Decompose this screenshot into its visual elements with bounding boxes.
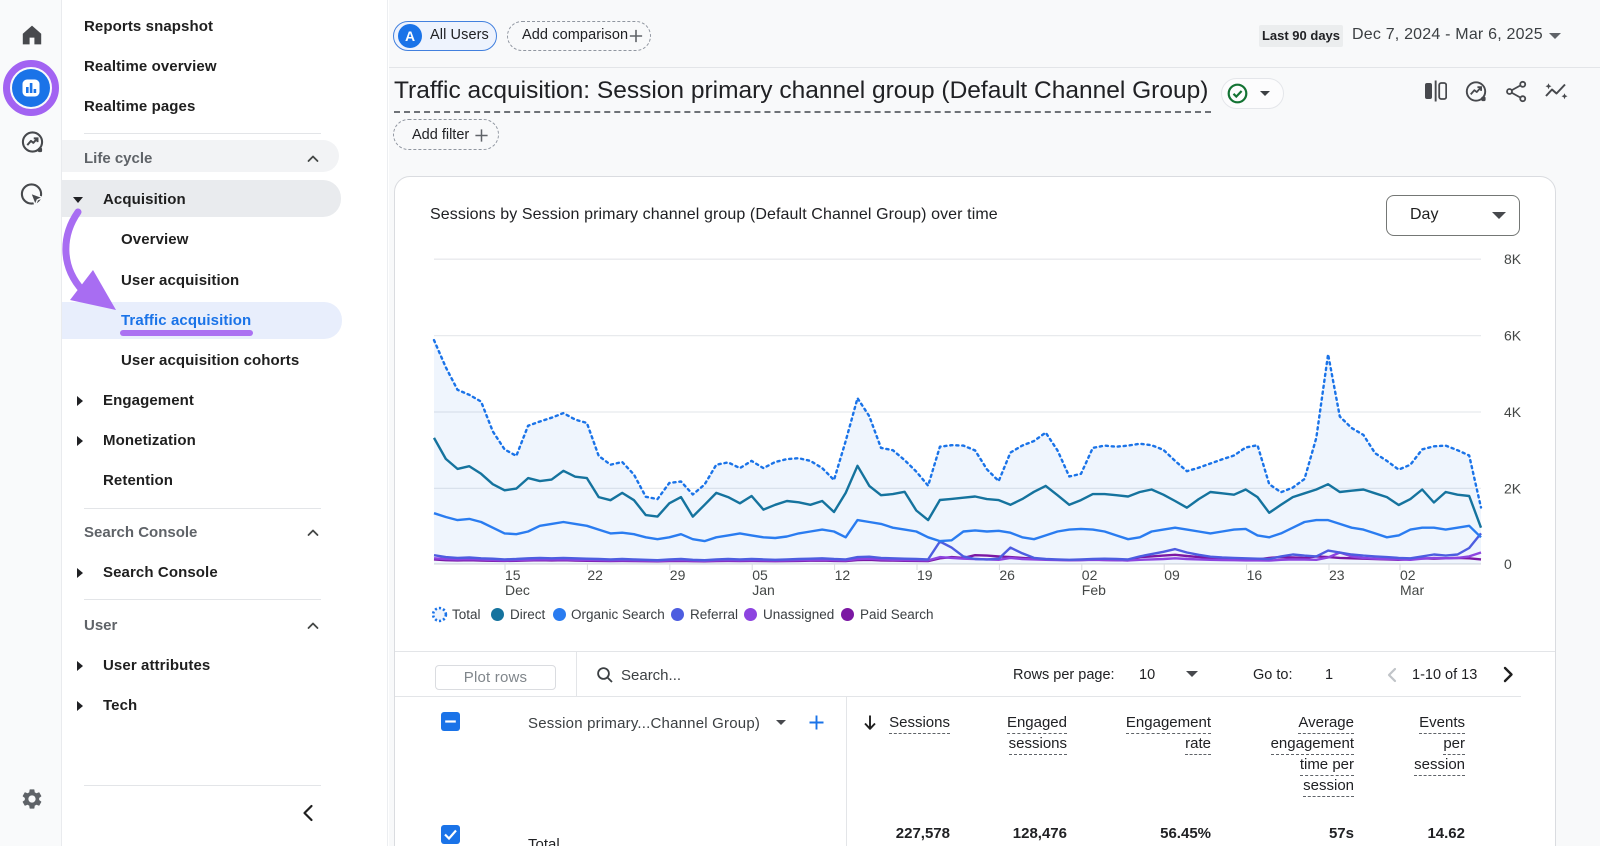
svg-text:12: 12 — [835, 567, 851, 583]
svg-text:Dec: Dec — [505, 582, 530, 598]
svg-text:02: 02 — [1082, 567, 1098, 583]
svg-text:26: 26 — [999, 567, 1015, 583]
svg-text:05: 05 — [752, 567, 768, 583]
svg-text:02: 02 — [1400, 567, 1416, 583]
svg-text:22: 22 — [587, 567, 603, 583]
svg-text:Jan: Jan — [752, 582, 775, 598]
svg-text:4K: 4K — [1504, 404, 1522, 420]
svg-text:09: 09 — [1164, 567, 1180, 583]
svg-text:2K: 2K — [1504, 480, 1522, 496]
svg-text:6K: 6K — [1504, 328, 1522, 344]
svg-text:23: 23 — [1329, 567, 1345, 583]
svg-text:15: 15 — [505, 567, 521, 583]
svg-text:Feb: Feb — [1082, 582, 1106, 598]
svg-text:29: 29 — [670, 567, 686, 583]
svg-text:0: 0 — [1504, 556, 1512, 572]
svg-text:8K: 8K — [1504, 251, 1522, 267]
svg-text:16: 16 — [1247, 567, 1263, 583]
svg-text:Mar: Mar — [1400, 582, 1424, 598]
svg-text:19: 19 — [917, 567, 933, 583]
